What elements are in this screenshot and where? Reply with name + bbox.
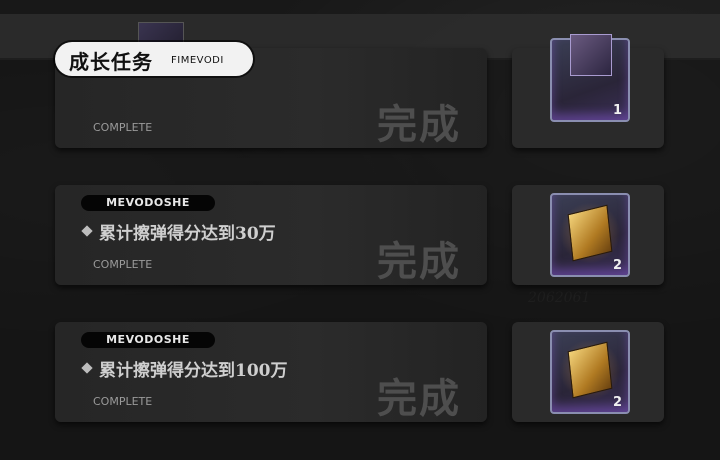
reward-card[interactable]: 2 — [512, 322, 664, 422]
task-card[interactable]: MEVODOSHE 累计擦弹得分达到100万 COMPLETE 完成 — [55, 322, 487, 422]
scroll-item-icon — [567, 341, 613, 399]
panel-title: 成长任务 FIMEVODI — [55, 42, 253, 76]
reward-item-frame[interactable]: 1 — [550, 34, 630, 122]
reward-card[interactable]: 2 — [512, 185, 664, 285]
task-status-cn: 完成 — [377, 375, 461, 422]
reward-item-icon — [570, 34, 612, 76]
reward-item-frame[interactable]: 2 — [550, 193, 630, 277]
reward-item-count: 2 — [612, 258, 622, 273]
task-status-en: COMPLETE — [93, 121, 153, 134]
task-status-cn: 完成 — [377, 238, 461, 285]
diamond-bullet-icon — [81, 362, 93, 374]
task-card[interactable]: MEVODOSHE 累计擦弹得分达到30万 COMPLETE 完成 — [55, 185, 487, 285]
task-tag: MEVODOSHE — [81, 195, 215, 211]
panel-title-en: FIMEVODI — [171, 55, 224, 66]
task-tag: MEVODOSHE — [81, 332, 215, 348]
task-status-en: COMPLETE — [93, 258, 153, 271]
task-description: 累计擦弹得分达到100万 — [99, 361, 288, 381]
task-status-cn: 完成 — [377, 101, 461, 148]
scroll-item-icon — [567, 204, 613, 262]
reward-item-frame[interactable]: 2 — [550, 330, 630, 414]
panel-title-cn: 成长任务 — [69, 50, 153, 74]
diamond-bullet-icon — [81, 225, 93, 237]
reward-item-count: 1 — [612, 103, 622, 118]
task-status-en: COMPLETE — [93, 395, 153, 408]
reward-item-count: 2 — [612, 395, 622, 410]
task-description: 累计擦弹得分达到30万 — [99, 224, 276, 244]
reward-card[interactable]: 1 — [512, 34, 664, 148]
